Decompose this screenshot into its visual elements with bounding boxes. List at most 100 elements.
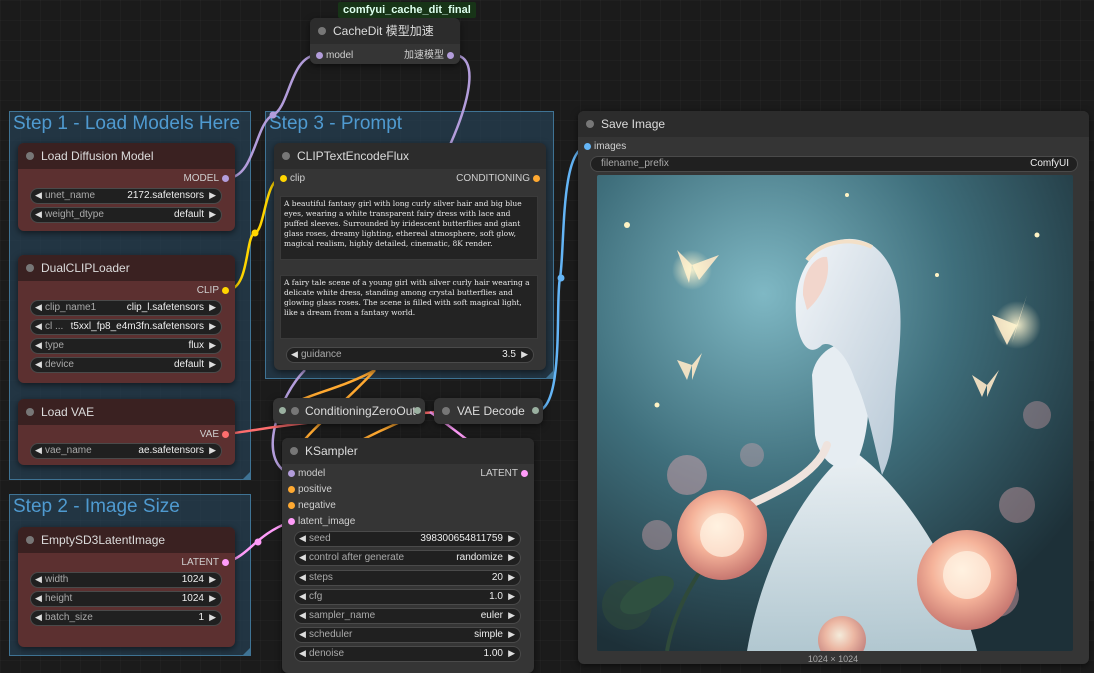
arrow-left-icon[interactable]: ◀ [299, 533, 306, 544]
input-slot-positive[interactable]: positive [288, 484, 332, 496]
denoise-number[interactable]: ◀ denoise 1.00 ▶ [294, 646, 521, 662]
arrow-left-icon[interactable]: ◀ [291, 349, 298, 360]
cfg-number[interactable]: ◀ cfg 1.0 ▶ [294, 589, 521, 605]
dual-clip-loader-node[interactable]: DualCLIPLoader CLIP ◀ clip_name1 clip_l.sa… [18, 255, 235, 383]
arrow-left-icon[interactable]: ◀ [299, 610, 306, 621]
arrow-right-icon[interactable]: ▶ [508, 552, 515, 563]
node-title[interactable]: EmptySD3LatentImage [18, 527, 235, 553]
collapse-dot-icon[interactable] [442, 407, 450, 415]
arrow-left-icon[interactable]: ◀ [35, 340, 42, 351]
arrow-right-icon[interactable]: ▶ [508, 629, 515, 640]
collapse-dot-icon[interactable] [290, 447, 298, 455]
arrow-right-icon[interactable]: ▶ [209, 209, 216, 220]
arrow-left-icon[interactable]: ◀ [35, 593, 42, 604]
collapse-dot-icon[interactable] [291, 407, 299, 415]
slot-dot-icon[interactable] [316, 52, 323, 59]
arrow-left-icon[interactable]: ◀ [299, 629, 306, 640]
slot-dot-icon[interactable] [280, 175, 287, 182]
clip-name1-combo[interactable]: ◀ clip_name1 clip_l.safetensors ▶ [30, 300, 222, 316]
input-slot-model[interactable]: model [316, 50, 353, 62]
t5xxl-prompt-textarea[interactable]: A fairy tale scene of a young girl with … [280, 275, 538, 339]
collapse-dot-icon[interactable] [586, 120, 594, 128]
height-number[interactable]: ◀ height 1024 ▶ [30, 591, 222, 607]
output-dot-icon[interactable] [532, 407, 539, 414]
scheduler-combo[interactable]: ◀ scheduler simple ▶ [294, 627, 521, 643]
slot-dot-icon[interactable] [584, 143, 591, 150]
arrow-right-icon[interactable]: ▶ [508, 648, 515, 659]
cachedit-node[interactable]: CacheDit 模型加速 model 加速模型 [310, 18, 460, 64]
arrow-right-icon[interactable]: ▶ [209, 574, 216, 585]
unet-name-combo[interactable]: ◀ unet_name 2172.safetensors ▶ [30, 188, 222, 204]
output-dot-icon[interactable] [414, 407, 421, 414]
arrow-left-icon[interactable]: ◀ [299, 552, 306, 563]
output-slot-vae[interactable]: VAE [200, 429, 229, 441]
arrow-right-icon[interactable]: ▶ [209, 340, 216, 351]
generated-image-preview[interactable] [597, 175, 1073, 651]
steps-number[interactable]: ◀ steps 20 ▶ [294, 570, 521, 586]
sampler-name-combo[interactable]: ◀ sampler_name euler ▶ [294, 608, 521, 624]
output-slot-accelerated-model[interactable]: 加速模型 [404, 50, 454, 62]
arrow-left-icon[interactable]: ◀ [299, 648, 306, 659]
arrow-right-icon[interactable]: ▶ [209, 302, 216, 313]
slot-dot-icon[interactable] [533, 175, 540, 182]
load-diffusion-model-node[interactable]: Load Diffusion Model MODEL ◀ unet_name 217… [18, 143, 235, 231]
load-vae-node[interactable]: Load VAE VAE ◀ vae_name ae.safetensors ▶ [18, 399, 235, 465]
slot-dot-icon[interactable] [447, 52, 454, 59]
node-title[interactable]: CacheDit 模型加速 [310, 18, 460, 44]
arrow-right-icon[interactable]: ▶ [508, 533, 515, 544]
width-number[interactable]: ◀ width 1024 ▶ [30, 572, 222, 588]
device-combo[interactable]: ◀ device default ▶ [30, 357, 222, 373]
conditioning-zero-out-node[interactable]: ConditioningZeroOut [273, 398, 425, 424]
output-slot-clip[interactable]: CLIP [197, 285, 229, 297]
input-slot-latent-image[interactable]: latent_image [288, 516, 355, 528]
arrow-right-icon[interactable]: ▶ [209, 190, 216, 201]
arrow-right-icon[interactable]: ▶ [508, 610, 515, 621]
vae-decode-node[interactable]: VAE Decode [434, 398, 543, 424]
collapse-dot-icon[interactable] [318, 27, 326, 35]
collapse-dot-icon[interactable] [26, 264, 34, 272]
arrow-left-icon[interactable]: ◀ [35, 209, 42, 220]
arrow-left-icon[interactable]: ◀ [35, 302, 42, 313]
node-title[interactable]: KSampler [282, 438, 534, 464]
arrow-left-icon[interactable]: ◀ [35, 321, 42, 332]
input-dot-icon[interactable] [279, 407, 286, 414]
output-slot-latent[interactable]: LATENT [480, 468, 528, 480]
input-slot-clip[interactable]: clip [280, 173, 305, 185]
arrow-left-icon[interactable]: ◀ [299, 572, 306, 583]
slot-dot-icon[interactable] [521, 470, 528, 477]
input-slot-model[interactable]: model [288, 468, 325, 480]
seed-number[interactable]: ◀ seed 398300654811759 ▶ [294, 531, 521, 547]
slot-dot-icon[interactable] [288, 486, 295, 493]
node-title[interactable]: Load Diffusion Model [18, 143, 235, 169]
control-after-generate-combo[interactable]: ◀ control after generate randomize ▶ [294, 550, 521, 566]
output-slot-conditioning[interactable]: CONDITIONING [456, 173, 540, 185]
node-title[interactable]: DualCLIPLoader [18, 255, 235, 281]
resize-handle-icon[interactable] [243, 472, 250, 479]
resize-handle-icon[interactable] [546, 371, 553, 378]
batch-size-number[interactable]: ◀ batch_size 1 ▶ [30, 610, 222, 626]
save-image-node[interactable]: Save Image images filename_prefix ComfyUI [578, 111, 1089, 664]
weight-dtype-combo[interactable]: ◀ weight_dtype default ▶ [30, 207, 222, 223]
node-title[interactable]: Save Image [578, 111, 1089, 137]
slot-dot-icon[interactable] [288, 470, 295, 477]
input-slot-negative[interactable]: negative [288, 500, 336, 512]
arrow-left-icon[interactable]: ◀ [35, 190, 42, 201]
clip-name2-combo[interactable]: ◀ cl ... t5xxl_fp8_e4m3fn.safetensors ▶ [30, 319, 222, 335]
arrow-right-icon[interactable]: ▶ [521, 349, 528, 360]
slot-dot-icon[interactable] [288, 518, 295, 525]
slot-dot-icon[interactable] [222, 175, 229, 182]
clip-l-prompt-textarea[interactable]: A beautiful fantasy girl with long curly… [280, 196, 538, 260]
node-title[interactable]: Load VAE [18, 399, 235, 425]
output-slot-model[interactable]: MODEL [183, 173, 229, 185]
arrow-right-icon[interactable]: ▶ [209, 321, 216, 332]
output-slot-latent[interactable]: LATENT [181, 557, 229, 569]
arrow-right-icon[interactable]: ▶ [209, 612, 216, 623]
collapse-dot-icon[interactable] [26, 536, 34, 544]
node-title[interactable]: CLIPTextEncodeFlux [274, 143, 546, 169]
arrow-right-icon[interactable]: ▶ [209, 445, 216, 456]
arrow-right-icon[interactable]: ▶ [508, 572, 515, 583]
arrow-left-icon[interactable]: ◀ [35, 359, 42, 370]
input-slot-images[interactable]: images [584, 141, 626, 153]
collapse-dot-icon[interactable] [282, 152, 290, 160]
node-title[interactable]: ConditioningZeroOut [273, 398, 425, 424]
